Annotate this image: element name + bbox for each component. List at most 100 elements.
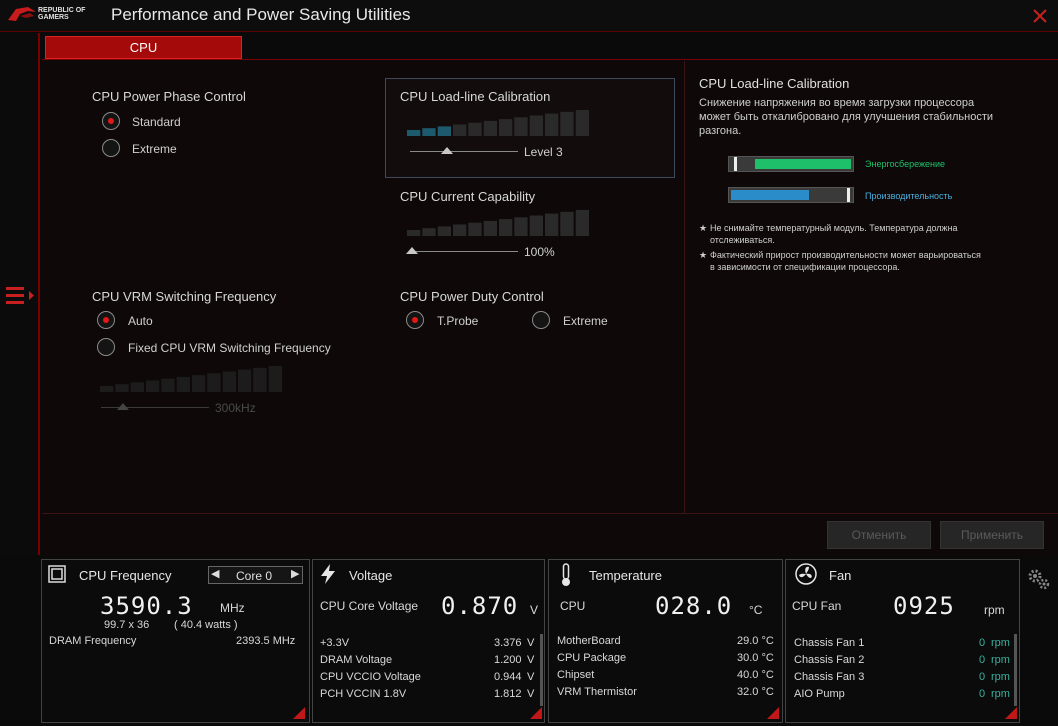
fan-row-label: AIO Pump xyxy=(794,688,845,700)
cpu-frequency-value: 3590.3 xyxy=(100,592,193,620)
fan-row-value: 0 xyxy=(979,671,986,683)
fan-row-value: 0 xyxy=(979,654,986,666)
llc-level-bar xyxy=(514,117,528,136)
fan-title: Fan xyxy=(829,568,852,583)
current-capability-slider-track[interactable] xyxy=(410,251,518,252)
thermometer-icon xyxy=(562,563,570,586)
fan-row-unit: rpm xyxy=(991,671,1010,683)
duty-extreme-label: Extreme xyxy=(563,314,608,328)
llc-level-bar xyxy=(407,130,421,136)
fan-icon xyxy=(795,563,817,585)
current-capability-bar xyxy=(483,220,497,236)
duty-tprobe-radio[interactable] xyxy=(406,311,424,329)
voltage-row-value: 0.944 xyxy=(494,671,522,683)
llc-level-bars xyxy=(407,110,589,136)
fan-row-unit: rpm xyxy=(991,637,1010,649)
phase-extreme-radio[interactable] xyxy=(102,139,120,157)
current-capability-bar xyxy=(499,219,513,236)
phase-extreme-label: Extreme xyxy=(132,142,177,156)
gear-icon[interactable] xyxy=(1026,566,1052,592)
fan-row-label: Chassis Fan 2 xyxy=(794,654,865,666)
phase-standard-label: Standard xyxy=(132,115,181,129)
energy-legend-bar xyxy=(728,156,854,172)
vrm-frequency-value: 300kHz xyxy=(215,401,256,415)
cpu-chip-icon xyxy=(48,565,66,583)
vrm-frequency-bar xyxy=(161,378,175,392)
llc-level-bar xyxy=(575,110,589,136)
expand-corner-icon[interactable] xyxy=(530,707,542,719)
cpu-power-watts: ( 40.4 watts ) xyxy=(174,619,238,631)
fan-row-value: 0 xyxy=(979,688,986,700)
expand-corner-icon[interactable] xyxy=(293,707,305,719)
vrm-frequency-title: CPU VRM Switching Frequency xyxy=(92,289,277,304)
llc-level-bar xyxy=(529,115,543,136)
llc-level-bar xyxy=(437,126,451,136)
temperature-row-label: CPU Package xyxy=(557,652,627,664)
llc-level-bar xyxy=(453,124,467,136)
dram-frequency-value: 2393.5 MHz xyxy=(236,635,296,647)
vrm-frequency-bar xyxy=(253,367,267,392)
tab-cpu[interactable]: CPU xyxy=(45,36,242,59)
current-capability-bar xyxy=(560,211,574,236)
llc-title: CPU Load-line Calibration xyxy=(400,89,551,104)
vrm-slider-thumb xyxy=(117,403,129,410)
current-capability-slider-thumb[interactable] xyxy=(406,247,418,254)
cpu-fan-value: 0925 xyxy=(893,592,955,620)
voltage-row-value: 1.200 xyxy=(494,654,522,666)
current-capability-value: 100% xyxy=(524,245,555,259)
cpu-frequency-ratio: 99.7 x 36 xyxy=(104,619,150,631)
llc-level-bar xyxy=(545,113,559,136)
cpu-core-voltage-value: 0.870 xyxy=(441,592,519,620)
vrm-frequency-bar xyxy=(268,366,282,392)
vrm-frequency-bar xyxy=(192,375,206,392)
cpu-temperature-value: 028.0 xyxy=(655,592,733,620)
performance-legend-bar xyxy=(728,187,854,203)
fan-row-unit: rpm xyxy=(991,654,1010,666)
core-selector-value: Core 0 xyxy=(236,569,273,583)
info-description: Снижение напряжения во время загрузки пр… xyxy=(699,97,993,137)
dram-frequency-label: DRAM Frequency xyxy=(49,635,137,647)
cpu-temperature-label: CPU xyxy=(560,599,586,613)
voltage-title: Voltage xyxy=(349,568,393,583)
vrm-frequency-bar xyxy=(238,369,252,392)
duty-control-title: CPU Power Duty Control xyxy=(400,289,544,304)
current-capability-bar xyxy=(529,215,543,236)
current-capability-bars xyxy=(407,210,589,236)
expand-corner-icon[interactable] xyxy=(767,707,779,719)
energy-legend-label: Энергосбережение xyxy=(865,159,946,169)
cpu-temperature-unit: °C xyxy=(749,603,763,617)
llc-level-bar xyxy=(483,120,497,136)
cpu-core-voltage-label: CPU Core Voltage xyxy=(320,599,419,613)
apply-button[interactable]: Применить xyxy=(940,521,1044,549)
menu-icon[interactable] xyxy=(6,285,38,307)
voltage-scrollbar[interactable] xyxy=(540,634,543,706)
chevron-right-icon[interactable]: ▶ xyxy=(291,567,299,580)
cpu-fan-label: CPU Fan xyxy=(792,599,842,613)
chevron-left-icon[interactable]: ◀ xyxy=(211,567,219,580)
vrm-fixed-radio[interactable] xyxy=(97,338,115,356)
expand-corner-icon[interactable] xyxy=(1005,707,1017,719)
fan-row-label: Chassis Fan 3 xyxy=(794,671,865,683)
vrm-frequency-bar xyxy=(146,380,160,392)
close-icon[interactable] xyxy=(1030,6,1050,26)
phase-standard-radio[interactable] xyxy=(102,112,120,130)
fan-row-label: Chassis Fan 1 xyxy=(794,637,865,649)
vrm-frequency-bars xyxy=(100,366,282,392)
voltage-row-label: +3.3V xyxy=(320,637,350,649)
cancel-button[interactable]: Отменить xyxy=(827,521,931,549)
duty-extreme-radio[interactable] xyxy=(532,311,550,329)
llc-slider-thumb[interactable] xyxy=(441,147,453,154)
temperature-row-label: MotherBoard xyxy=(557,635,621,647)
note-star-icon: ★ xyxy=(699,250,708,260)
vrm-auto-radio[interactable] xyxy=(97,311,115,329)
vrm-auto-label: Auto xyxy=(128,314,153,328)
vrm-frequency-bar xyxy=(222,371,236,392)
vrm-frequency-bar xyxy=(100,386,114,392)
note-star-icon: ★ xyxy=(699,223,708,233)
llc-slider-track[interactable] xyxy=(410,151,518,152)
fan-scrollbar[interactable] xyxy=(1014,634,1017,706)
performance-legend-label: Производительность xyxy=(865,191,953,201)
voltage-row-value: 3.376 xyxy=(494,637,522,649)
phase-control-title: CPU Power Phase Control xyxy=(92,89,246,104)
vrm-frequency-bar xyxy=(130,382,144,392)
